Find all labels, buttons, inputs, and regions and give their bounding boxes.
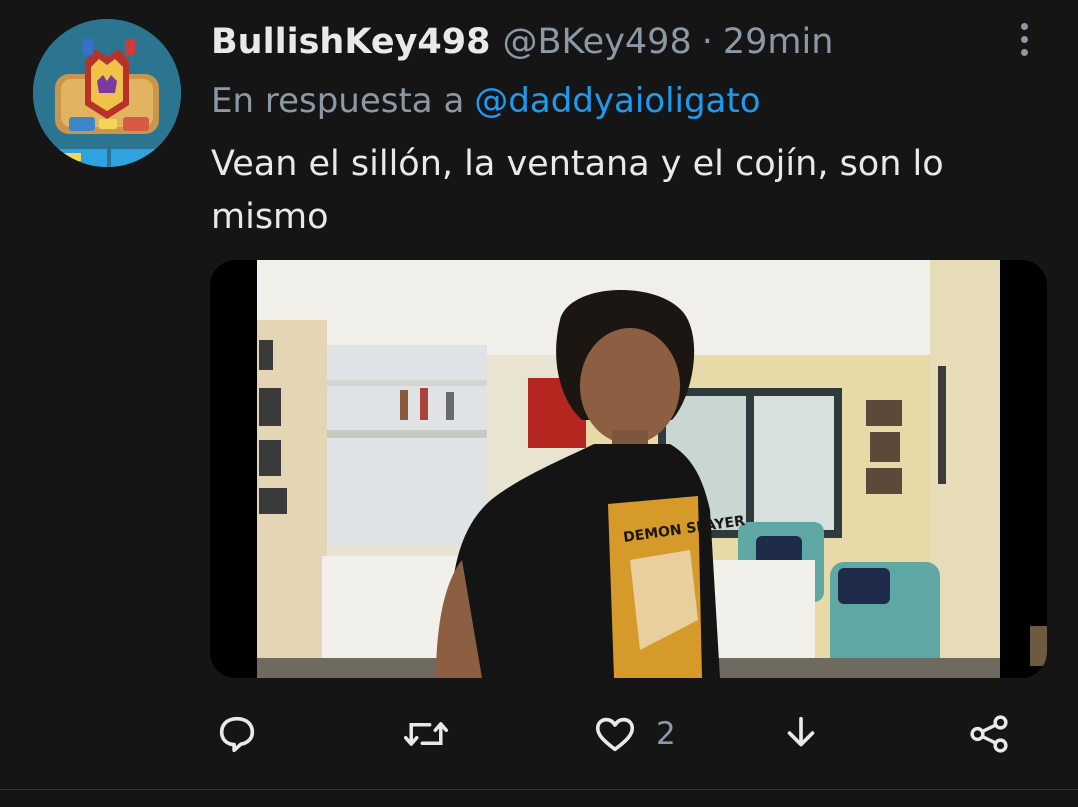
tweet-header: BullishKey498 @BKey498 · 29min xyxy=(211,20,833,64)
share-nodes-icon xyxy=(970,715,1008,753)
media-photo: DEMON SLAYER xyxy=(210,260,1047,678)
timestamp[interactable]: 29min xyxy=(723,22,834,62)
comment-bubble-icon xyxy=(219,716,255,753)
clash-royale-avatar-image xyxy=(33,19,181,167)
reply-context: En respuesta a @daddyaioligato xyxy=(211,79,761,123)
like-button[interactable]: 2 xyxy=(592,704,676,764)
avatar[interactable] xyxy=(33,19,181,167)
retweet-icon xyxy=(403,722,449,746)
reply-prefix: En respuesta a xyxy=(211,81,465,121)
download-arrow-icon xyxy=(787,716,815,747)
retweet-button[interactable] xyxy=(402,704,450,764)
header-separator: · xyxy=(701,22,713,62)
divider xyxy=(0,789,1078,790)
more-dot-icon xyxy=(1020,48,1028,56)
more-dot-icon xyxy=(1020,22,1028,30)
reply-button[interactable] xyxy=(214,704,260,764)
save-button[interactable] xyxy=(778,704,824,764)
tweet-actions-bar: 2 xyxy=(0,704,1078,764)
reply-mention-link[interactable]: @daddyaioligato xyxy=(474,81,760,121)
user-handle[interactable]: @BKey498 xyxy=(502,22,691,62)
tweet-text: Vean el sillón, la ventana y el cojín, s… xyxy=(211,144,944,237)
tweet[interactable]: BullishKey498 @BKey498 · 29min En respue… xyxy=(0,0,1078,807)
display-name[interactable]: BullishKey498 xyxy=(211,22,490,62)
tweet-media[interactable]: DEMON SLAYER xyxy=(210,260,1047,678)
more-dot-icon xyxy=(1020,35,1028,43)
heart-icon xyxy=(595,717,635,752)
like-count: 2 xyxy=(656,716,676,752)
share-button[interactable] xyxy=(966,704,1012,764)
more-options-button[interactable] xyxy=(1004,14,1044,64)
